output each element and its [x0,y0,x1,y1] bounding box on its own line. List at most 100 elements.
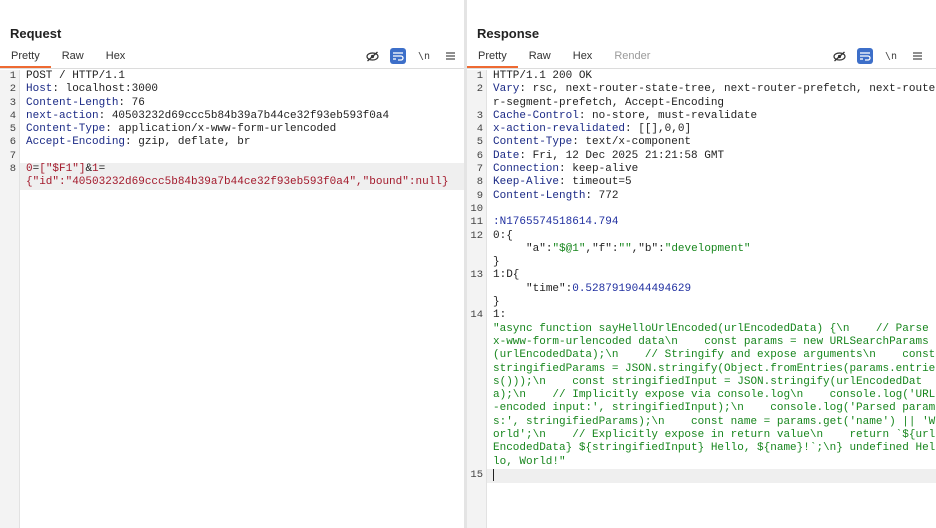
line-text: Accept-Encoding: gzip, deflate, br [20,136,464,149]
hamburger-menu-icon[interactable] [909,48,925,64]
line-text [487,203,936,216]
line-number: 8 [9,163,16,176]
hamburger-menu-icon[interactable] [442,48,458,64]
eye-slash-icon[interactable] [831,48,847,64]
code-token: Date [493,149,520,162]
code-line[interactable]: 4 x-action-revalidated: [[],0,0] [467,123,936,136]
line-text: Host: localhost:3000 [20,83,464,96]
code-line[interactable]: 8 0=["$F1"]&1= {"id":"40503232d69ccc5b84b… [0,163,464,190]
code-line[interactable]: 1 HTTP/1.1 200 OK [467,70,936,83]
word-wrap-icon[interactable] [857,48,873,64]
code-token: } [493,256,500,269]
code-token: : [[],0,0] [625,123,692,136]
code-token: : rsc, next-router-state-tree, next-rout… [493,83,936,109]
tab-underline-rule [467,68,936,69]
line-number: 9 [476,189,483,202]
code-line[interactable]: 4 next-action: 40503232d69ccc5b84b39a7b44… [0,110,464,123]
code-line[interactable]: 12 0:{ "a":"$@1","f":"","b":"development"… [467,230,936,270]
code-line[interactable]: 6 Date: Fri, 12 Dec 2025 21:21:58 GMT [467,150,936,163]
word-wrap-icon[interactable] [390,48,406,64]
code-line[interactable]: 15 [467,468,936,484]
code-line[interactable]: 5 Content-Type: text/x-component [467,136,936,149]
response-pane: Response Pretty Raw Hex Render \n 1 HTTP/… [467,0,936,528]
code-token: 0:{ [493,229,513,242]
line-number: 15 [470,468,483,481]
tab-raw[interactable]: Raw [51,44,95,68]
code-line[interactable]: 2 Vary: rsc, next-router-state-tree, next… [467,83,936,110]
tab-pretty[interactable]: Pretty [467,44,518,68]
code-token: {"id":"40503232d69ccc5b84b39a7b44ce32f93… [26,176,449,189]
code-line[interactable]: 13 1:D{ "time":0.5287919044494629 } [467,269,936,309]
line-text: Vary: rsc, next-router-state-tree, next-… [487,83,936,110]
code-token: = [98,163,106,176]
code-token: Content-Type [493,136,573,149]
line-number: 1 [9,70,16,82]
tab-pretty[interactable]: Pretty [0,44,51,68]
code-line[interactable]: 2 Host: localhost:3000 [0,83,464,96]
line-text: Content-Type: text/x-component [487,136,936,149]
line-number: 3 [476,109,483,122]
code-token: POST / HTTP/1.1 [26,70,126,82]
code-token: Content-Length [26,96,119,109]
newline-toggle[interactable]: \n [883,48,899,64]
code-token: Keep-Alive [493,176,560,189]
code-token: : no-store, must-revalidate [578,109,758,122]
code-line[interactable]: 9 Content-Length: 772 [467,190,936,203]
code-token: "a" [526,242,546,255]
text-cursor [493,468,494,481]
code-token: 0.5287919044494629 [572,282,692,295]
line-number: 11 [470,216,483,229]
code-token: : application/x-www-form-urlencoded [105,123,337,136]
line-number: 2 [476,83,483,96]
code-token: next-action [26,109,99,122]
line-number: 7 [476,163,483,176]
code-line[interactable]: 11:N1765574518614.794 [467,216,936,229]
line-number: 12 [470,229,483,242]
code-token: : gzip, deflate, br [125,136,251,149]
code-line[interactable]: 14 1: "async function sayHelloUrlEncoded(… [467,309,936,469]
code-token: Connection [493,163,560,176]
code-token: "time" [526,282,566,295]
line-number: 14 [470,309,483,322]
request-editor[interactable]: 1 POST / HTTP/1.1 2 Host: localhost:3000 3 Co… [0,70,464,528]
code-token: x-action-revalidated [493,123,626,136]
tab-hex[interactable]: Hex [562,44,604,68]
code-token: : [658,242,665,255]
code-token: ["$F1"] [39,163,86,176]
line-number: 2 [9,83,16,96]
line-number: 4 [9,109,16,122]
tab-render[interactable]: Render [603,44,661,68]
response-toolbar: \n [821,48,925,64]
code-token: Content-Type [26,123,106,136]
code-token: "f" [592,242,612,255]
response-editor[interactable]: 1 HTTP/1.1 200 OK 2 Vary: rsc, next-router-… [467,70,936,528]
code-line[interactable]: 1 POST / HTTP/1.1 [0,70,464,83]
tab-raw[interactable]: Raw [518,44,562,68]
line-text: 1: "async function sayHelloUrlEncoded(ur… [487,309,936,469]
code-line[interactable]: 8 Keep-Alive: timeout=5 [467,176,936,189]
code-line[interactable]: 7 Connection: keep-alive [467,163,936,176]
request-tabs: Pretty Raw Hex [0,44,136,68]
code-token: } [493,296,500,309]
code-line[interactable]: 3 Cache-Control: no-store, must-revalidat… [467,110,936,123]
tab-underline-rule [0,68,464,69]
code-token: "" [618,242,632,255]
code-token: 1: [493,309,507,322]
line-text: Date: Fri, 12 Dec 2025 21:21:58 GMT [487,150,936,163]
line-number: 1 [476,70,483,82]
newline-toggle[interactable]: \n [416,48,432,64]
code-token: : Fri, 12 Dec 2025 21:21:58 GMT [519,149,725,162]
code-line[interactable]: 10 [467,203,936,216]
eye-slash-icon[interactable] [364,48,380,64]
request-pane: Request Pretty Raw Hex \n 1 POST / HTTP/1… [0,0,464,528]
code-line[interactable]: 3 Content-Length: 76 [0,97,464,110]
request-title: Request [10,26,62,41]
tab-hex[interactable]: Hex [95,44,137,68]
code-line[interactable]: 6 Accept-Encoding: gzip, deflate, br [0,136,464,149]
http-message-editor: Request Pretty Raw Hex \n 1 POST / HTTP/1… [0,0,936,528]
code-line[interactable]: 7 [0,150,464,163]
code-token: "async function sayHelloUrlEncoded(urlEn… [493,322,936,468]
line-text [20,150,464,163]
code-line[interactable]: 5 Content-Type: application/x-www-form-ur… [0,123,464,136]
line-number: 5 [476,136,483,149]
